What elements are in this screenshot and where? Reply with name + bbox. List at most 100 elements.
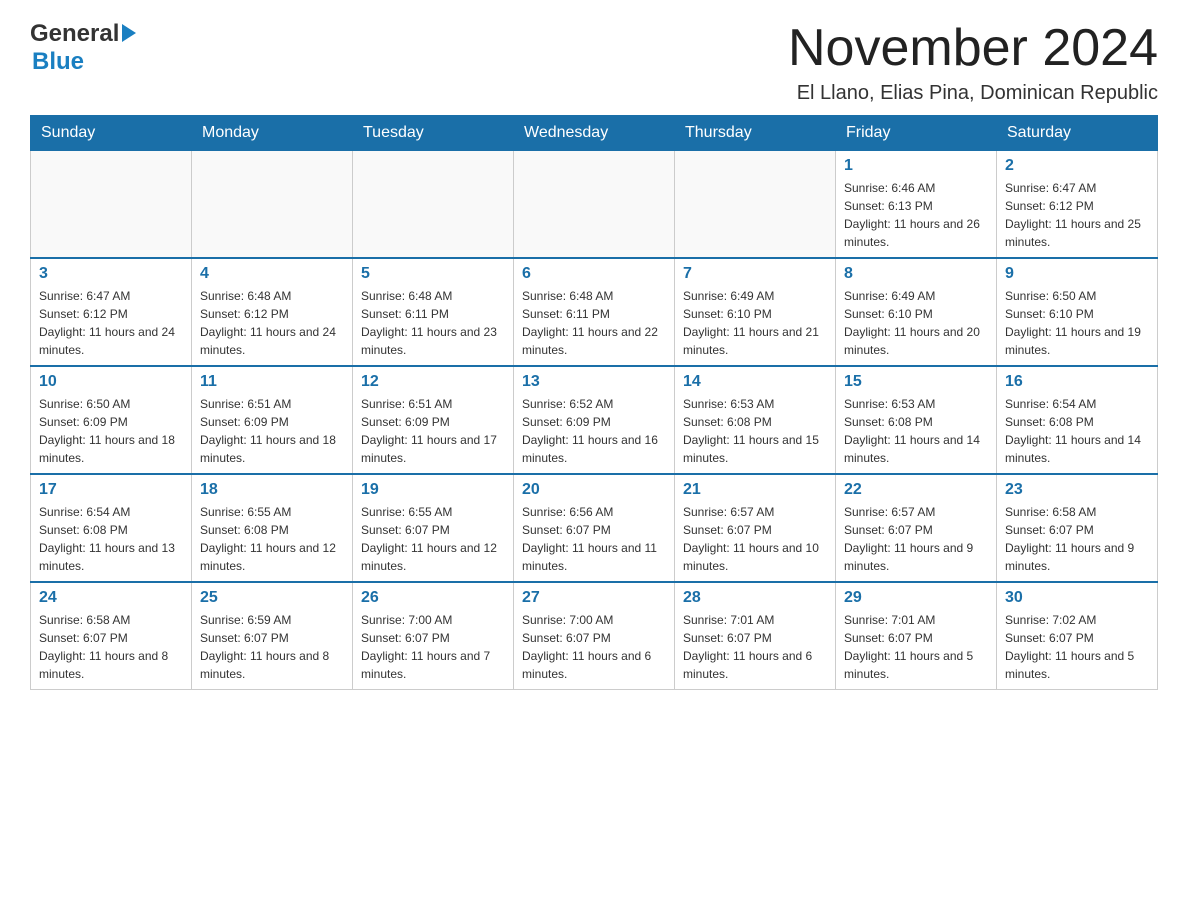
day-number: 10 [39, 373, 183, 391]
table-row: 5 Sunrise: 6:48 AMSunset: 6:11 PMDaylight… [353, 258, 514, 366]
col-saturday: Saturday [997, 116, 1158, 151]
day-info: Sunrise: 6:47 AMSunset: 6:12 PMDaylight:… [1005, 179, 1149, 251]
day-info: Sunrise: 6:58 AMSunset: 6:07 PMDaylight:… [1005, 503, 1149, 575]
page-header: General Blue November 2024 El Llano, Eli… [30, 20, 1158, 105]
day-info: Sunrise: 6:50 AMSunset: 6:09 PMDaylight:… [39, 395, 183, 467]
day-number: 9 [1005, 265, 1149, 283]
table-row: 27 Sunrise: 7:00 AMSunset: 6:07 PMDayligh… [514, 582, 675, 690]
table-row: 11 Sunrise: 6:51 AMSunset: 6:09 PMDayligh… [192, 366, 353, 474]
logo: General Blue [30, 20, 136, 76]
calendar-week-row: 24 Sunrise: 6:58 AMSunset: 6:07 PMDayligh… [31, 582, 1158, 690]
table-row: 16Sunrise: 6:54 AMSunset: 6:08 PMDayligh… [997, 366, 1158, 474]
day-info: Sunrise: 6:49 AMSunset: 6:10 PMDaylight:… [844, 287, 988, 359]
table-row: 19 Sunrise: 6:55 AMSunset: 6:07 PMDayligh… [353, 474, 514, 582]
table-row: 20 Sunrise: 6:56 AMSunset: 6:07 PMDayligh… [514, 474, 675, 582]
day-number: 11 [200, 373, 344, 391]
day-info: Sunrise: 6:55 AMSunset: 6:08 PMDaylight:… [200, 503, 344, 575]
table-row: 2 Sunrise: 6:47 AMSunset: 6:12 PMDaylight… [997, 151, 1158, 259]
logo-general-text: General [30, 20, 119, 48]
day-info: Sunrise: 6:56 AMSunset: 6:07 PMDaylight:… [522, 503, 666, 575]
table-row: 24 Sunrise: 6:58 AMSunset: 6:07 PMDayligh… [31, 582, 192, 690]
calendar-week-row: 1Sunrise: 6:46 AMSunset: 6:13 PMDaylight… [31, 151, 1158, 259]
day-info: Sunrise: 6:47 AMSunset: 6:12 PMDaylight:… [39, 287, 183, 359]
table-row: 29Sunrise: 7:01 AMSunset: 6:07 PMDayligh… [836, 582, 997, 690]
day-number: 20 [522, 481, 666, 499]
day-info: Sunrise: 6:55 AMSunset: 6:07 PMDaylight:… [361, 503, 505, 575]
day-number: 8 [844, 265, 988, 283]
day-number: 25 [200, 589, 344, 607]
day-number: 19 [361, 481, 505, 499]
day-info: Sunrise: 6:53 AMSunset: 6:08 PMDaylight:… [844, 395, 988, 467]
day-info: Sunrise: 6:52 AMSunset: 6:09 PMDaylight:… [522, 395, 666, 467]
table-row [514, 151, 675, 259]
col-monday: Monday [192, 116, 353, 151]
day-number: 15 [844, 373, 988, 391]
day-info: Sunrise: 6:59 AMSunset: 6:07 PMDaylight:… [200, 611, 344, 683]
day-number: 6 [522, 265, 666, 283]
table-row: 12Sunrise: 6:51 AMSunset: 6:09 PMDayligh… [353, 366, 514, 474]
day-number: 2 [1005, 157, 1149, 175]
table-row: 3Sunrise: 6:47 AMSunset: 6:12 PMDaylight… [31, 258, 192, 366]
table-row: 8 Sunrise: 6:49 AMSunset: 6:10 PMDaylight… [836, 258, 997, 366]
table-row: 1Sunrise: 6:46 AMSunset: 6:13 PMDaylight… [836, 151, 997, 259]
day-info: Sunrise: 6:51 AMSunset: 6:09 PMDaylight:… [361, 395, 505, 467]
table-row: 28 Sunrise: 7:01 AMSunset: 6:07 PMDayligh… [675, 582, 836, 690]
col-tuesday: Tuesday [353, 116, 514, 151]
day-number: 26 [361, 589, 505, 607]
day-info: Sunrise: 6:48 AMSunset: 6:12 PMDaylight:… [200, 287, 344, 359]
day-number: 5 [361, 265, 505, 283]
table-row: 10 Sunrise: 6:50 AMSunset: 6:09 PMDayligh… [31, 366, 192, 474]
day-info: Sunrise: 6:49 AMSunset: 6:10 PMDaylight:… [683, 287, 827, 359]
day-number: 27 [522, 589, 666, 607]
table-row [31, 151, 192, 259]
day-number: 16 [1005, 373, 1149, 391]
day-number: 7 [683, 265, 827, 283]
day-info: Sunrise: 7:01 AMSunset: 6:07 PMDaylight:… [683, 611, 827, 683]
table-row: 30Sunrise: 7:02 AMSunset: 6:07 PMDayligh… [997, 582, 1158, 690]
day-number: 18 [200, 481, 344, 499]
day-number: 30 [1005, 589, 1149, 607]
table-row: 18 Sunrise: 6:55 AMSunset: 6:08 PMDayligh… [192, 474, 353, 582]
calendar-header-row: Sunday Monday Tuesday Wednesday Thursday… [31, 116, 1158, 151]
table-row: 17Sunrise: 6:54 AMSunset: 6:08 PMDayligh… [31, 474, 192, 582]
calendar-week-row: 3Sunrise: 6:47 AMSunset: 6:12 PMDaylight… [31, 258, 1158, 366]
calendar-week-row: 10 Sunrise: 6:50 AMSunset: 6:09 PMDayligh… [31, 366, 1158, 474]
day-number: 24 [39, 589, 183, 607]
table-row: 13 Sunrise: 6:52 AMSunset: 6:09 PMDayligh… [514, 366, 675, 474]
table-row [353, 151, 514, 259]
day-info: Sunrise: 7:00 AMSunset: 6:07 PMDaylight:… [361, 611, 505, 683]
day-info: Sunrise: 6:48 AMSunset: 6:11 PMDaylight:… [361, 287, 505, 359]
day-info: Sunrise: 6:54 AMSunset: 6:08 PMDaylight:… [39, 503, 183, 575]
table-row: 14Sunrise: 6:53 AMSunset: 6:08 PMDayligh… [675, 366, 836, 474]
table-row: 9 Sunrise: 6:50 AMSunset: 6:10 PMDaylight… [997, 258, 1158, 366]
calendar-title-area: November 2024 El Llano, Elias Pina, Domi… [788, 20, 1158, 105]
day-number: 29 [844, 589, 988, 607]
table-row: 26 Sunrise: 7:00 AMSunset: 6:07 PMDayligh… [353, 582, 514, 690]
day-number: 4 [200, 265, 344, 283]
table-row: 15 Sunrise: 6:53 AMSunset: 6:08 PMDayligh… [836, 366, 997, 474]
day-info: Sunrise: 6:58 AMSunset: 6:07 PMDaylight:… [39, 611, 183, 683]
day-info: Sunrise: 7:00 AMSunset: 6:07 PMDaylight:… [522, 611, 666, 683]
day-number: 28 [683, 589, 827, 607]
logo-arrow-icon [122, 22, 136, 48]
day-info: Sunrise: 6:57 AMSunset: 6:07 PMDaylight:… [844, 503, 988, 575]
table-row [192, 151, 353, 259]
table-row [675, 151, 836, 259]
table-row: 23 Sunrise: 6:58 AMSunset: 6:07 PMDayligh… [997, 474, 1158, 582]
day-info: Sunrise: 6:53 AMSunset: 6:08 PMDaylight:… [683, 395, 827, 467]
day-info: Sunrise: 6:51 AMSunset: 6:09 PMDaylight:… [200, 395, 344, 467]
table-row: 4 Sunrise: 6:48 AMSunset: 6:12 PMDaylight… [192, 258, 353, 366]
calendar-week-row: 17Sunrise: 6:54 AMSunset: 6:08 PMDayligh… [31, 474, 1158, 582]
table-row: 22Sunrise: 6:57 AMSunset: 6:07 PMDayligh… [836, 474, 997, 582]
calendar-location: El Llano, Elias Pina, Dominican Republic [788, 82, 1158, 105]
col-sunday: Sunday [31, 116, 192, 151]
day-number: 23 [1005, 481, 1149, 499]
day-info: Sunrise: 6:48 AMSunset: 6:11 PMDaylight:… [522, 287, 666, 359]
col-friday: Friday [836, 116, 997, 151]
table-row: 25 Sunrise: 6:59 AMSunset: 6:07 PMDayligh… [192, 582, 353, 690]
day-number: 13 [522, 373, 666, 391]
day-info: Sunrise: 6:46 AMSunset: 6:13 PMDaylight:… [844, 179, 988, 251]
day-info: Sunrise: 6:50 AMSunset: 6:10 PMDaylight:… [1005, 287, 1149, 359]
calendar-table: Sunday Monday Tuesday Wednesday Thursday… [30, 115, 1158, 690]
col-thursday: Thursday [675, 116, 836, 151]
